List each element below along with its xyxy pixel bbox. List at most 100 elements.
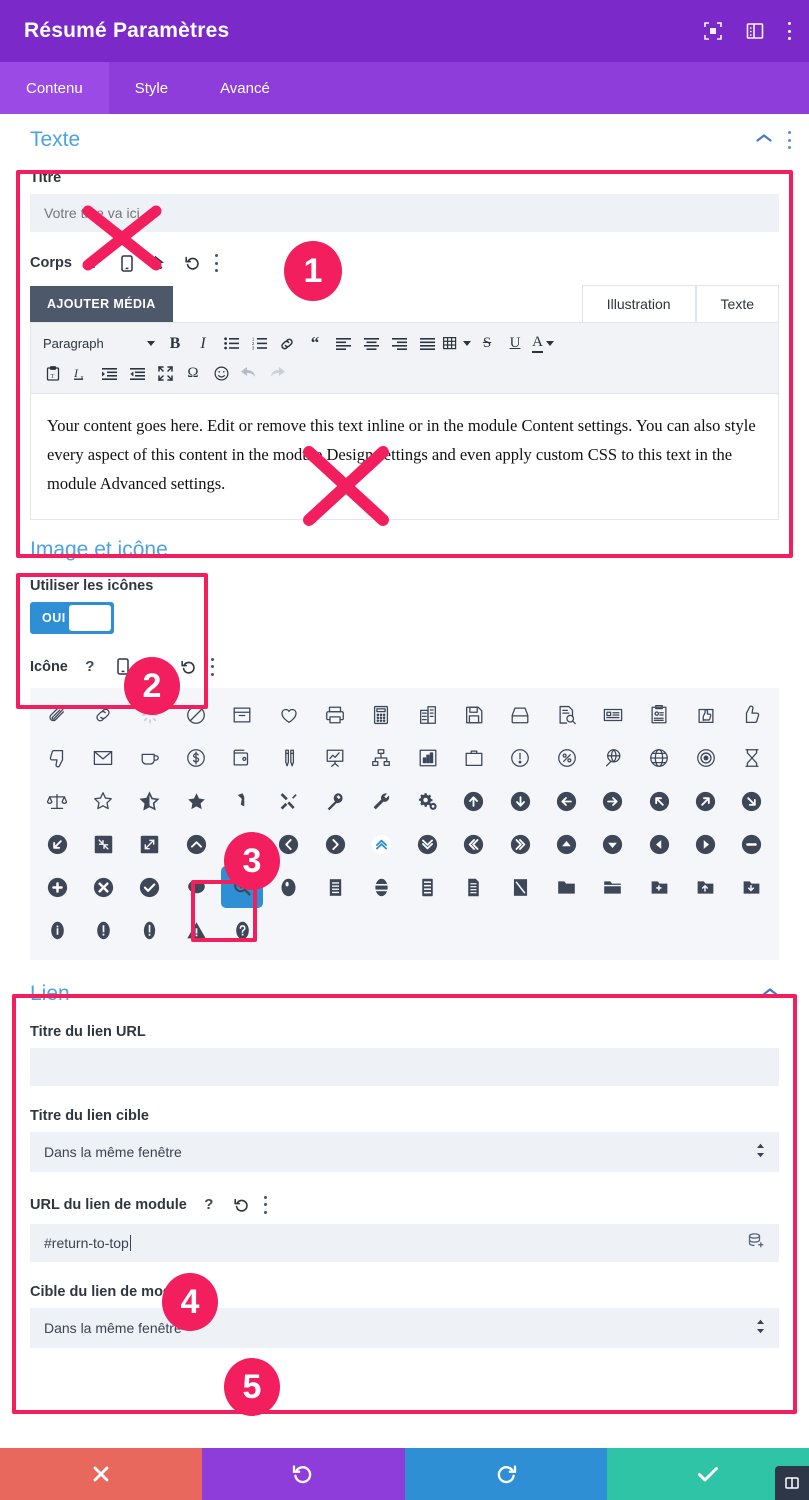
- kebab-menu-icon[interactable]: [264, 1195, 268, 1214]
- text-color-icon[interactable]: A: [531, 332, 555, 356]
- kebab-menu-icon[interactable]: [215, 254, 219, 272]
- undo-button[interactable]: [202, 1448, 405, 1500]
- icon-option[interactable]: [682, 780, 728, 823]
- icon-option[interactable]: [590, 780, 636, 823]
- mobile-icon[interactable]: [116, 252, 138, 274]
- icon-option[interactable]: [266, 866, 312, 909]
- icon-option[interactable]: [358, 694, 404, 737]
- icon-option[interactable]: [219, 737, 265, 780]
- icon-option[interactable]: [636, 823, 682, 866]
- icon-option[interactable]: [729, 866, 775, 909]
- icon-option[interactable]: [173, 737, 219, 780]
- module-link-url-input-wrap[interactable]: #return-to-top: [30, 1223, 779, 1262]
- icon-option[interactable]: [543, 823, 589, 866]
- icon-option[interactable]: [80, 823, 126, 866]
- icon-option[interactable]: [219, 694, 265, 737]
- italic-icon[interactable]: I: [191, 332, 215, 356]
- icon-option[interactable]: [636, 780, 682, 823]
- section-texte-header[interactable]: Texte: [0, 114, 809, 162]
- icon-option[interactable]: [405, 823, 451, 866]
- icon-option[interactable]: [173, 780, 219, 823]
- tab-avance[interactable]: Avancé: [194, 62, 296, 114]
- icon-option[interactable]: [543, 866, 589, 909]
- icon-option[interactable]: [451, 866, 497, 909]
- redo-button[interactable]: [404, 1448, 607, 1500]
- titre-input[interactable]: [30, 194, 779, 232]
- link-target-title-select[interactable]: Dans la même fenêtre: [30, 1131, 779, 1172]
- cursor-icon[interactable]: [149, 252, 171, 274]
- icon-option[interactable]: [173, 909, 219, 952]
- indent-icon[interactable]: [125, 362, 149, 386]
- icon-option[interactable]: [405, 737, 451, 780]
- icon-option[interactable]: [543, 694, 589, 737]
- icon-option[interactable]: [405, 694, 451, 737]
- help-icon[interactable]: ?: [83, 252, 105, 274]
- icon-option[interactable]: [127, 866, 173, 909]
- kebab-menu-icon[interactable]: [211, 657, 215, 676]
- tab-texte[interactable]: Texte: [695, 285, 779, 322]
- icon-option[interactable]: [312, 737, 358, 780]
- icon-option[interactable]: [312, 866, 358, 909]
- icon-option[interactable]: [312, 780, 358, 823]
- icon-option[interactable]: [543, 737, 589, 780]
- chevron-up-icon[interactable]: [761, 985, 779, 1003]
- align-justify-icon[interactable]: [415, 332, 439, 356]
- redo-icon[interactable]: [265, 362, 289, 386]
- icon-option[interactable]: [34, 780, 80, 823]
- icon-option[interactable]: [682, 866, 728, 909]
- icon-option[interactable]: [127, 823, 173, 866]
- icon-option[interactable]: [173, 694, 219, 737]
- icon-option[interactable]: [266, 823, 312, 866]
- icon-option[interactable]: [451, 823, 497, 866]
- emoji-icon[interactable]: [209, 362, 233, 386]
- icon-option[interactable]: [266, 737, 312, 780]
- icon-option[interactable]: [34, 866, 80, 909]
- reset-icon[interactable]: [182, 252, 204, 274]
- icon-option[interactable]: [451, 737, 497, 780]
- icon-option[interactable]: [219, 909, 265, 952]
- icon-option[interactable]: [497, 694, 543, 737]
- icon-option[interactable]: [127, 909, 173, 952]
- fullscreen-icon[interactable]: [703, 21, 723, 41]
- tab-illustration[interactable]: Illustration: [581, 285, 696, 322]
- bold-icon[interactable]: B: [163, 332, 187, 356]
- icon-option[interactable]: [405, 866, 451, 909]
- icon-option[interactable]: [405, 780, 451, 823]
- icon-option[interactable]: [497, 866, 543, 909]
- reset-icon[interactable]: [178, 656, 200, 678]
- icon-option[interactable]: [729, 780, 775, 823]
- icon-option[interactable]: [682, 823, 728, 866]
- kebab-menu-icon[interactable]: [787, 22, 791, 40]
- outdent-icon[interactable]: [97, 362, 121, 386]
- icon-option[interactable]: [34, 737, 80, 780]
- add-media-button[interactable]: AJOUTER MÉDIA: [30, 286, 173, 322]
- paste-as-text-icon[interactable]: T: [41, 362, 65, 386]
- chevron-up-icon[interactable]: [755, 131, 773, 149]
- icon-option[interactable]: [127, 737, 173, 780]
- icon-option[interactable]: [266, 694, 312, 737]
- icon-option[interactable]: [34, 823, 80, 866]
- icon-option[interactable]: [34, 909, 80, 952]
- icon-option[interactable]: [590, 823, 636, 866]
- icon-option[interactable]: [497, 737, 543, 780]
- icon-option[interactable]: [358, 823, 404, 866]
- icon-grid[interactable]: [30, 687, 779, 960]
- kebab-menu-icon[interactable]: [787, 131, 791, 149]
- icon-option[interactable]: [590, 694, 636, 737]
- icon-option[interactable]: [219, 823, 265, 866]
- icon-option[interactable]: [451, 694, 497, 737]
- icon-option[interactable]: [358, 780, 404, 823]
- format-select[interactable]: Paragraph: [41, 332, 159, 356]
- icon-option[interactable]: [497, 780, 543, 823]
- icon-option[interactable]: [80, 866, 126, 909]
- icon-option[interactable]: [80, 694, 126, 737]
- clear-formatting-icon[interactable]: Ix: [69, 362, 93, 386]
- icon-option[interactable]: [682, 694, 728, 737]
- icon-option[interactable]: [312, 694, 358, 737]
- bullet-list-icon[interactable]: [219, 332, 243, 356]
- link-url-title-input[interactable]: [30, 1047, 779, 1086]
- link-icon[interactable]: [275, 332, 299, 356]
- icon-option[interactable]: [80, 737, 126, 780]
- icon-option[interactable]: [219, 780, 265, 823]
- layout-panel-icon[interactable]: [745, 21, 765, 41]
